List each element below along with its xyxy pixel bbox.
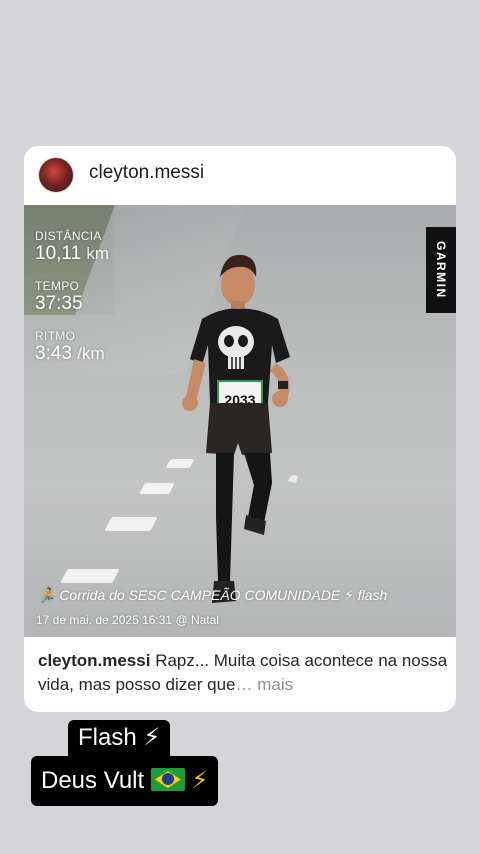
post-caption[interactable]: cleyton.messi Rapz... Muita coisa aconte… — [38, 649, 448, 697]
lane-marking — [60, 569, 120, 583]
lane-marking — [139, 483, 175, 494]
time-label: TEMPO — [35, 279, 80, 293]
activity-title: 🏃 Corrida do SESC CAMPEÃO COMUNIDADE ⚡ f… — [38, 587, 388, 603]
post-header: cleyton.messi — [24, 146, 456, 205]
text-sticker-line-1[interactable]: Flash ⚡ — [68, 720, 171, 758]
activity-stats: DISTÂNCIA 10,11 km TEMPO 37:35 RITMO 3:4… — [35, 229, 109, 379]
caption-more-link[interactable]: … mais — [236, 675, 294, 694]
post-photo[interactable]: DISTÂNCIA 10,11 km TEMPO 37:35 RITMO 3:4… — [24, 205, 456, 637]
garmin-logo: GARMIN — [426, 227, 456, 313]
activity-date-location: 17 de mai. de 2025 16:31 @ Natal — [36, 613, 219, 627]
distance-value: 10,11 km — [35, 243, 110, 264]
runner-figure: 2033 — [182, 254, 298, 603]
brazil-flag-icon — [150, 768, 185, 791]
shared-post-card[interactable]: cleyton.messi DISTÂNCIA 10,11 km TEMPO 3… — [24, 146, 456, 712]
caption-username[interactable]: cleyton.messi — [38, 651, 150, 670]
pace-label: RITMO — [35, 329, 76, 343]
pace-value: 3:43 /km — [35, 343, 105, 364]
avatar[interactable] — [38, 157, 74, 193]
distance-label: DISTÂNCIA — [35, 229, 102, 243]
lane-marking — [104, 517, 158, 531]
sticker-text: Deus Vult — [41, 767, 145, 794]
lightning-bolt-icon: ⚡ — [191, 767, 209, 794]
post-username[interactable]: cleyton.messi — [89, 162, 204, 184]
time-value: 37:35 — [35, 293, 83, 314]
text-sticker-line-2[interactable]: Deus Vult ⚡ — [31, 756, 219, 806]
